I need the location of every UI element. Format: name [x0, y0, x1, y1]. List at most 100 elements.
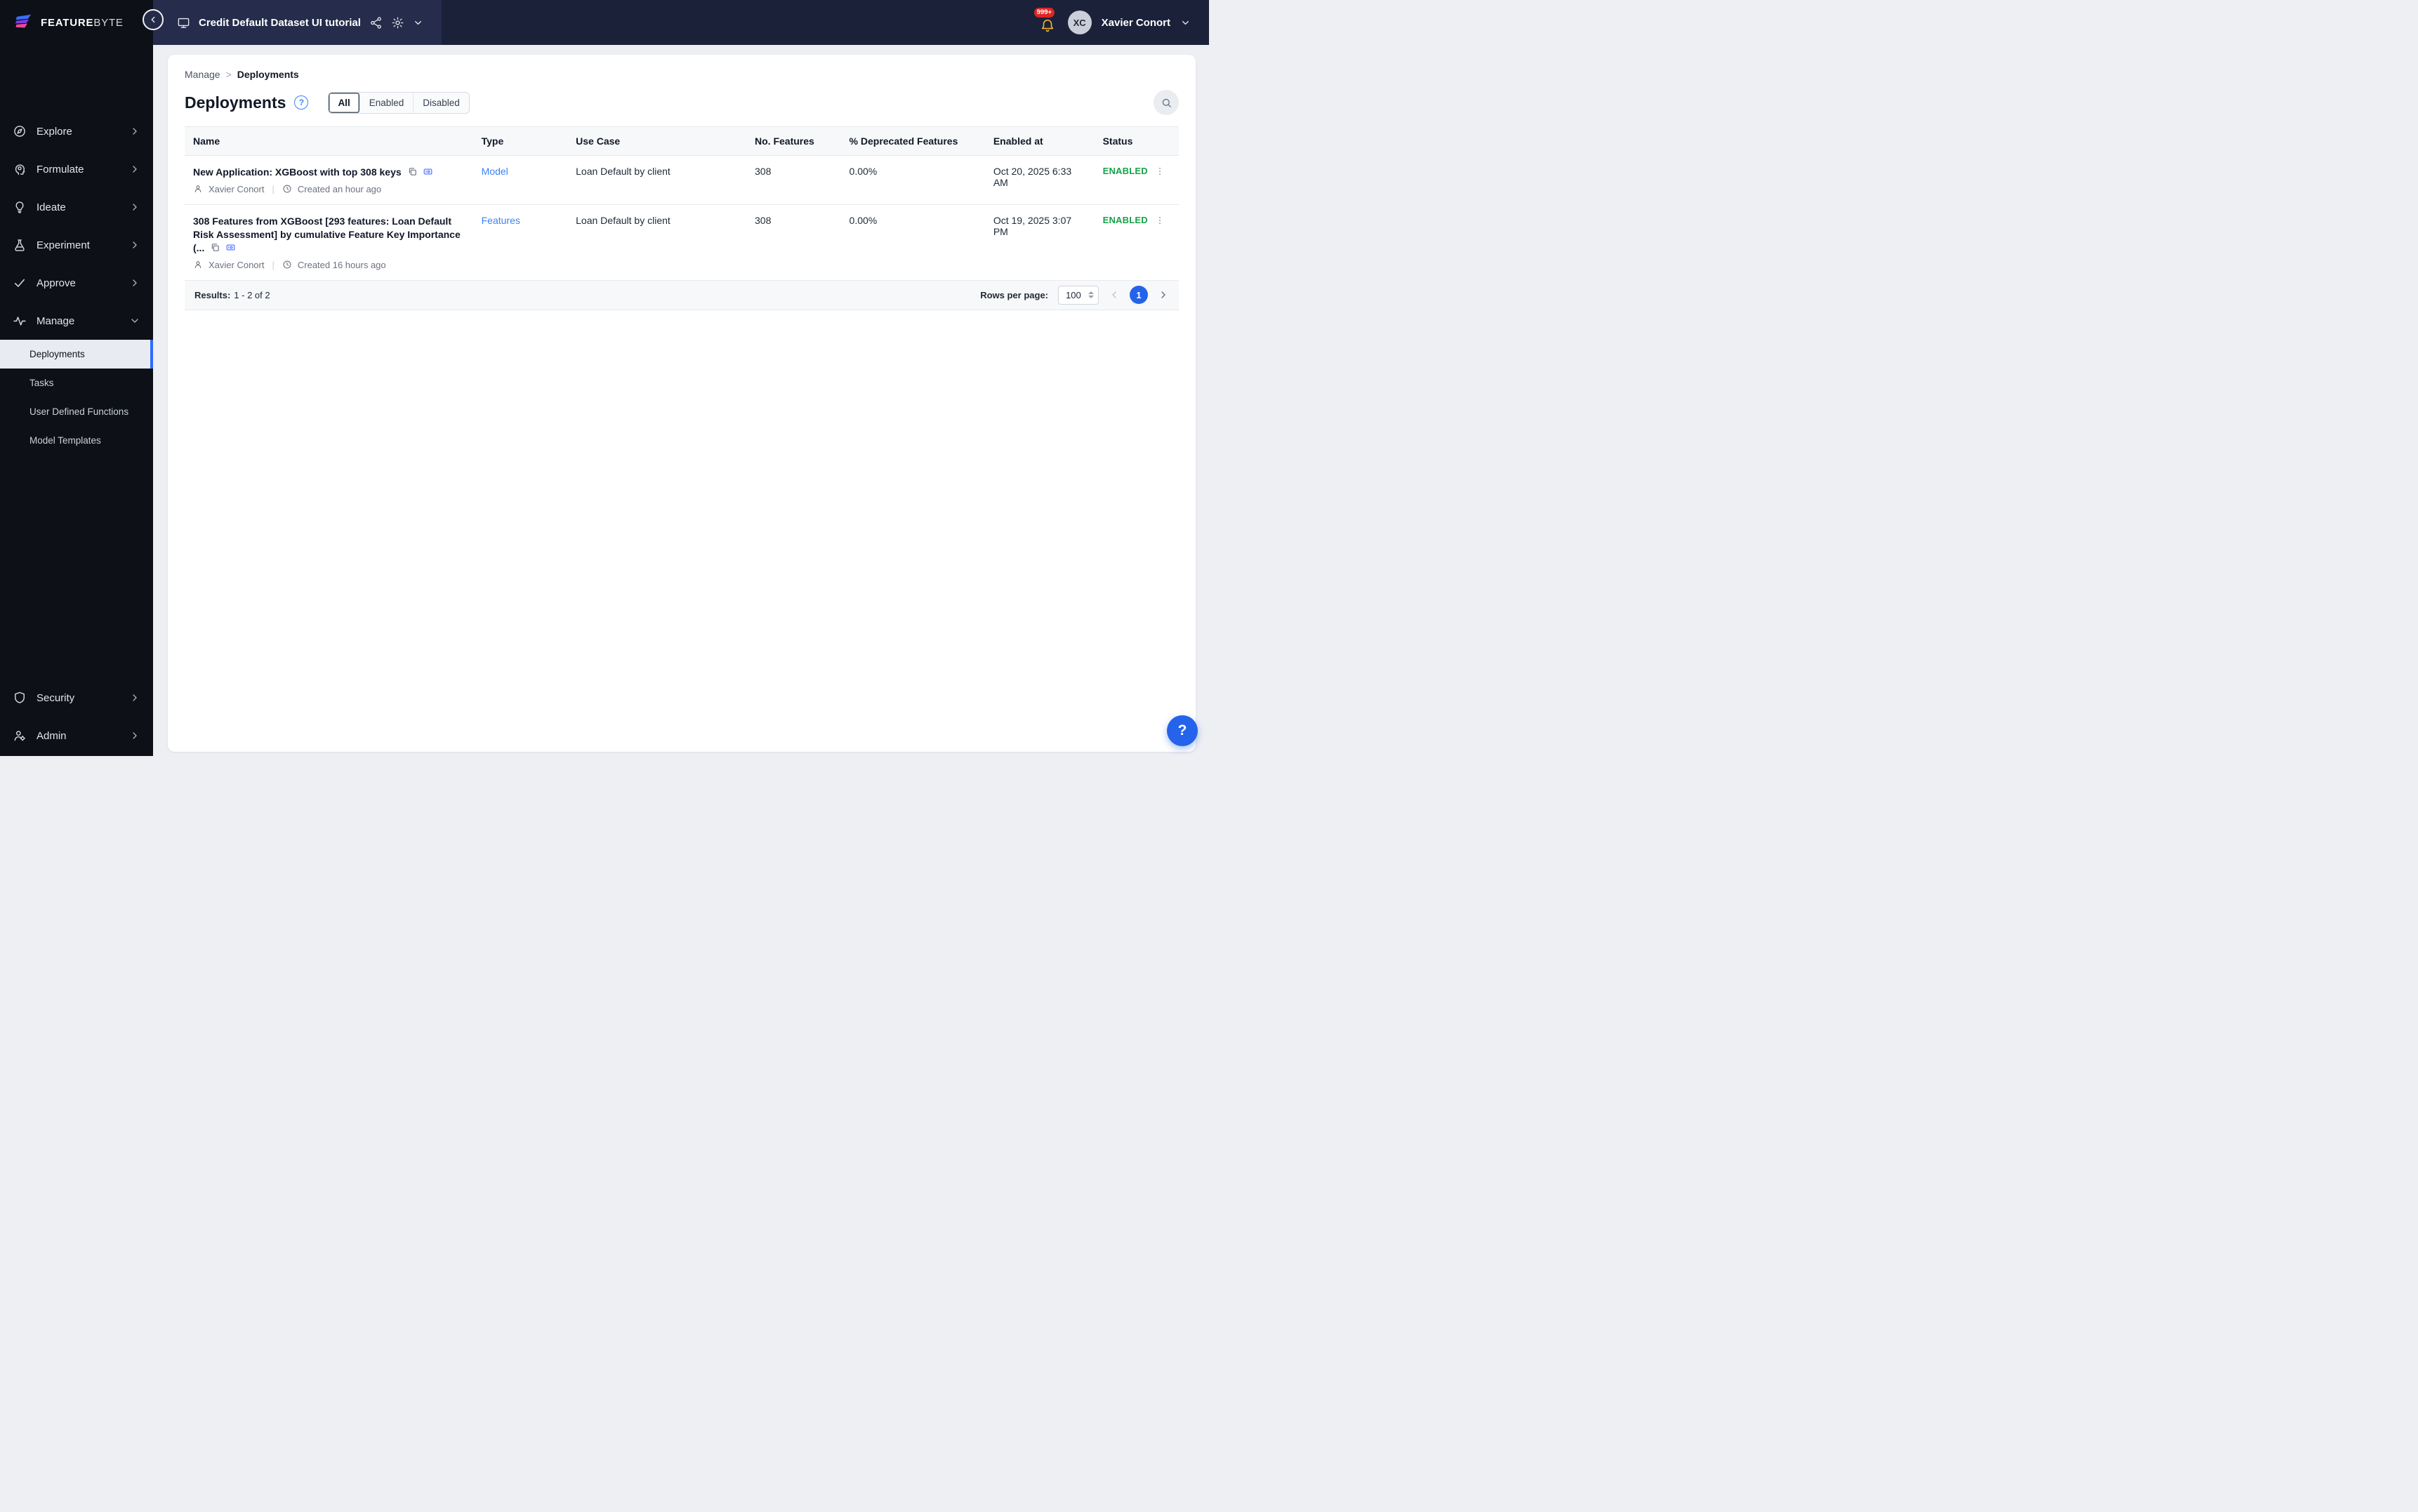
- table-row[interactable]: 308 Features from XGBoost [293 features:…: [185, 204, 1179, 281]
- next-page-chevron-icon[interactable]: [1158, 289, 1169, 300]
- results-value: 1 - 2 of 2: [234, 289, 270, 300]
- copy-icon[interactable]: [407, 166, 418, 177]
- app-root: FEATUREBYTE Explore Formulate Ideate Exp…: [0, 0, 1209, 756]
- enabled-at-value: Oct 20, 2025 6:33 AM: [993, 166, 1072, 188]
- page-help-icon[interactable]: ?: [294, 95, 309, 110]
- col-header-no-features: No. Features: [746, 126, 841, 156]
- deprecated-pct-value: 0.00%: [849, 214, 878, 226]
- sidebar-collapse-button[interactable]: [143, 9, 164, 30]
- notification-badge: 999+: [1033, 8, 1055, 18]
- tab-all[interactable]: All: [329, 92, 360, 113]
- search-icon: [1161, 97, 1172, 109]
- sidebar-item-label: Manage: [37, 314, 75, 327]
- deployment-name[interactable]: New Application: XGBoost with top 308 ke…: [193, 166, 402, 178]
- deprecated-pct-value: 0.00%: [849, 166, 878, 177]
- page-title: Deployments: [185, 93, 286, 112]
- chevron-right-icon: [129, 277, 140, 289]
- sidebar-item-label: Security: [37, 691, 75, 704]
- sidebar-item-label: Explore: [37, 125, 72, 138]
- check-icon: [13, 276, 27, 290]
- head-gear-icon: [13, 162, 27, 176]
- num-features-value: 308: [755, 214, 772, 226]
- breadcrumb-manage[interactable]: Manage: [185, 69, 220, 80]
- sidebar-item-formulate[interactable]: Formulate: [0, 150, 153, 188]
- content-area: Manage > Deployments Deployments ? All E…: [153, 45, 1209, 756]
- sidebar-item-user-defined-functions[interactable]: User Defined Functions: [0, 397, 153, 426]
- chevron-down-icon: [129, 315, 140, 326]
- tab-disabled[interactable]: Disabled: [414, 93, 469, 113]
- notifications-button[interactable]: 999+: [1033, 8, 1058, 33]
- user-avatar[interactable]: XC: [1067, 11, 1092, 34]
- user-chevron-down-icon[interactable]: [1180, 18, 1191, 28]
- sidebar-item-model-templates[interactable]: Model Templates: [0, 426, 153, 455]
- sidebar-item-manage[interactable]: Manage: [0, 302, 153, 340]
- breadcrumb: Manage > Deployments: [185, 69, 1179, 80]
- sidebar-nav: Explore Formulate Ideate Experiment Appr…: [0, 112, 153, 455]
- person-icon: [193, 184, 203, 194]
- rows-per-page-select[interactable]: 100: [1058, 285, 1099, 305]
- status-filter-tabs: All Enabled Disabled: [328, 91, 470, 114]
- chevron-right-icon: [129, 164, 140, 175]
- chevron-right-icon: [129, 126, 140, 137]
- deployment-meta: Xavier Conort | Created 16 hours ago: [193, 260, 465, 270]
- type-link[interactable]: Features: [482, 215, 520, 226]
- featurebyte-logo-text: FEATUREBYTE: [41, 16, 124, 29]
- featurebyte-logo[interactable]: FEATUREBYTE: [0, 0, 153, 45]
- col-header-name: Name: [185, 126, 473, 156]
- use-case-value: Loan Default by client: [576, 166, 670, 177]
- deployment-owner: Xavier Conort: [209, 183, 265, 194]
- col-header-status: Status: [1094, 126, 1179, 156]
- sidebar-item-ideate[interactable]: Ideate: [0, 188, 153, 226]
- search-button[interactable]: [1154, 90, 1179, 115]
- select-stepper-icon: [1088, 291, 1094, 299]
- row-menu-kebab-icon[interactable]: [1155, 166, 1165, 177]
- breadcrumb-deployments: Deployments: [237, 69, 299, 80]
- table-header-row: Name Type Use Case No. Features % Deprec…: [185, 126, 1179, 156]
- col-header-type: Type: [473, 126, 568, 156]
- type-link[interactable]: Model: [482, 166, 508, 177]
- deployment-created: Created an hour ago: [297, 183, 382, 194]
- results-label: Results:: [194, 289, 231, 300]
- sidebar: FEATUREBYTE Explore Formulate Ideate Exp…: [0, 0, 153, 756]
- user-section: 999+ XC Xavier Conort: [1033, 0, 1209, 45]
- catalog-chevron-down-icon[interactable]: [413, 18, 423, 28]
- shield-icon: [13, 691, 27, 705]
- chevron-right-icon: [129, 239, 140, 251]
- use-case-value: Loan Default by client: [576, 214, 670, 226]
- sidebar-item-label: Approve: [37, 277, 76, 289]
- id-badge-icon[interactable]: [423, 166, 433, 177]
- table-row[interactable]: New Application: XGBoost with top 308 ke…: [185, 155, 1179, 205]
- gear-icon[interactable]: [391, 16, 404, 29]
- person-icon: [193, 260, 203, 270]
- sidebar-item-approve[interactable]: Approve: [0, 264, 153, 302]
- sidebar-item-security[interactable]: Security: [0, 679, 153, 717]
- flask-icon: [13, 238, 27, 252]
- sidebar-bottom-nav: Security Admin: [0, 679, 153, 756]
- catalog-title[interactable]: Credit Default Dataset UI tutorial: [199, 17, 361, 29]
- tab-enabled[interactable]: Enabled: [360, 92, 414, 113]
- table-footer: Results: 1 - 2 of 2 Rows per page: 100 1: [185, 280, 1179, 310]
- chevron-right-icon: [129, 201, 140, 213]
- user-name[interactable]: Xavier Conort: [1102, 17, 1170, 29]
- chevron-right-icon: [129, 730, 140, 741]
- row-menu-kebab-icon[interactable]: [1155, 215, 1165, 226]
- sidebar-item-tasks[interactable]: Tasks: [0, 369, 153, 397]
- activity-icon: [13, 314, 27, 328]
- share-icon[interactable]: [369, 16, 383, 29]
- col-header-use-case: Use Case: [567, 126, 747, 156]
- id-badge-icon[interactable]: [225, 242, 236, 253]
- num-features-value: 308: [755, 166, 772, 177]
- help-fab-button[interactable]: ?: [1167, 715, 1198, 746]
- page-number-button[interactable]: 1: [1130, 286, 1148, 305]
- sidebar-item-experiment[interactable]: Experiment: [0, 226, 153, 264]
- sidebar-item-admin[interactable]: Admin: [0, 717, 153, 755]
- sidebar-item-explore[interactable]: Explore: [0, 112, 153, 150]
- deployment-created: Created 16 hours ago: [297, 259, 386, 270]
- previous-page-chevron-icon[interactable]: [1109, 289, 1120, 300]
- catalog-monitor-icon: [177, 16, 190, 29]
- sidebar-item-label: Experiment: [37, 239, 90, 251]
- sidebar-item-deployments[interactable]: Deployments: [0, 340, 153, 369]
- person-gear-icon: [13, 729, 27, 743]
- copy-icon[interactable]: [210, 242, 220, 253]
